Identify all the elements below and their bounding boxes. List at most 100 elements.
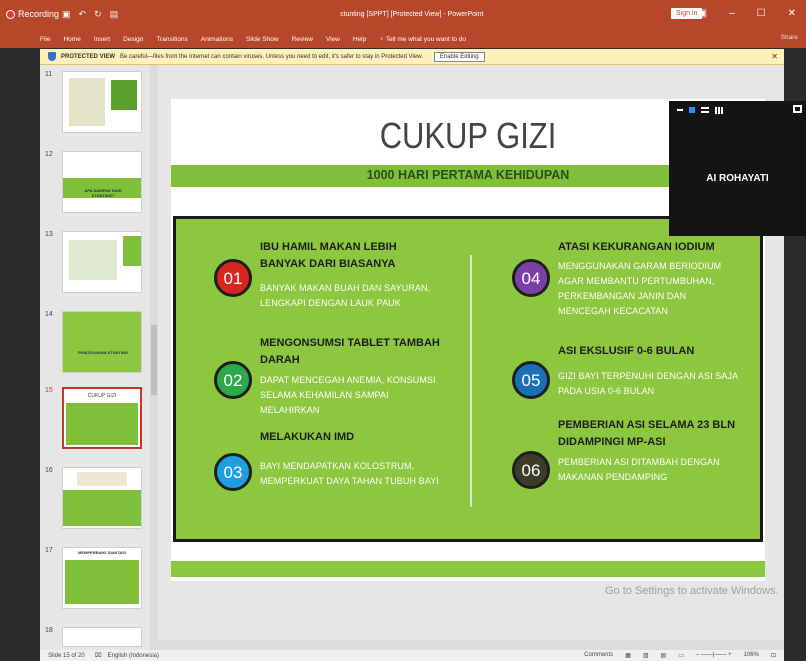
heading-line: BANYAK DARI BIASANYA: [260, 258, 396, 270]
sorter-view-icon[interactable]: ▥: [643, 652, 649, 659]
tab-view[interactable]: View: [326, 36, 340, 43]
slide-thumbnail-17[interactable]: MEMPERBAIKI SANITASI: [62, 547, 142, 609]
body-line: BAYI MENDAPATKAN KOLOSTRUM,: [260, 461, 415, 471]
item-02-body: DAPAT MENCEGAH ANEMIA, KONSUMSI SELAMA K…: [260, 373, 436, 418]
tab-slide-show[interactable]: Slide Show: [246, 36, 279, 43]
exit-fullscreen-icon[interactable]: [793, 105, 802, 113]
tab-file[interactable]: File: [40, 36, 50, 43]
thumb-graphic: [66, 403, 138, 445]
comments-button[interactable]: Comments: [584, 652, 613, 659]
thumb-graphic: [65, 560, 139, 604]
thumb-number: 18: [45, 627, 53, 634]
protected-view-message: Be careful—files from the Internet can c…: [120, 53, 423, 60]
speaker-view-icon[interactable]: [689, 107, 695, 113]
content-panel: 01 IBU HAMIL MAKAN LEBIH BANYAK DARI BIA…: [173, 216, 763, 542]
tab-review[interactable]: Review: [292, 36, 313, 43]
tab-animations[interactable]: Animations: [201, 36, 233, 43]
slide-counter: Slide 15 of 20: [48, 652, 85, 659]
thumb-text: APA DAMPAK DARI STUNTING?: [84, 188, 122, 198]
number-circle-02: 02: [214, 361, 252, 399]
column-divider: [470, 255, 472, 507]
minimize-video-icon[interactable]: [677, 109, 683, 111]
undo-icon[interactable]: ↶: [79, 9, 87, 20]
body-line: BANYAK MAKAN BUAH DAN SAYURAN,: [260, 283, 431, 293]
item-06-body: PEMBERIAN ASI DITAMBAH DENGAN MAKANAN PE…: [558, 455, 720, 485]
zoom-slider[interactable]: – ——|—— +: [696, 652, 732, 659]
lightbulb-icon: ♀: [379, 35, 386, 43]
body-line: SELAMA KEHAMILAN SAMPAI: [260, 390, 389, 400]
tell-me-search[interactable]: ♀ Tell me what you want to do: [379, 36, 466, 43]
slide-thumbnails-pane: 11 12 APA DAMPAK DARI STUNTING? 13 14 PE…: [40, 65, 158, 650]
thumb-graphic: [63, 490, 141, 526]
present-icon[interactable]: ▤: [110, 9, 119, 20]
redo-icon[interactable]: ↻: [94, 9, 102, 20]
thumb-number: 12: [45, 151, 53, 158]
body-line: PERKEMBANGAN JANIN DAN: [558, 291, 687, 301]
language-indicator[interactable]: English (Indonesia): [108, 653, 159, 659]
horizontal-scrollbar[interactable]: [158, 640, 784, 650]
zoom-level[interactable]: 106%: [744, 652, 759, 659]
tab-home[interactable]: Home: [63, 36, 80, 43]
number-circle-06: 06: [512, 451, 550, 489]
number-circle-05: 05: [512, 361, 550, 399]
item-01-body: BANYAK MAKAN BUAH DAN SAYURAN, LENGKAPI …: [260, 281, 430, 311]
scrollbar-thumb[interactable]: [151, 325, 157, 395]
protected-view-label: PROTECTED VIEW: [61, 53, 116, 60]
screen: Recording ▣ ↶ ↻ ▤ stunting [SPPT] [Prote…: [0, 0, 806, 661]
gallery-view-icon[interactable]: [715, 106, 723, 114]
slideshow-icon[interactable]: ▭: [678, 652, 684, 659]
heading-line: DARAH: [260, 354, 300, 366]
tell-me-label: Tell me what you want to do: [385, 35, 467, 43]
item-03-body: BAYI MENDAPATKAN KOLOSTRUM, MEMPERKUAT D…: [260, 459, 439, 489]
heading-line: MELAKUKAN IMD: [260, 431, 355, 443]
thumb-graphic: [77, 472, 127, 486]
slide-thumbnail-18[interactable]: [62, 627, 142, 647]
heading-line: MENGONSUMSI TABLET TAMBAH: [260, 337, 440, 349]
heading-line: ATASI KEKURANGAN IODIUM: [558, 241, 715, 253]
close-bar-icon[interactable]: ✕: [771, 52, 778, 61]
fit-slide-icon[interactable]: ⊡: [771, 652, 776, 659]
thumb-graphic: [69, 78, 105, 126]
tab-help[interactable]: Help: [353, 36, 366, 43]
strip-view-icon[interactable]: [701, 107, 709, 113]
reading-view-icon[interactable]: ▤: [661, 652, 667, 659]
body-line: MENGGUNAKAN GARAM BERIODIUM: [558, 261, 722, 271]
video-toolbar: [669, 101, 806, 119]
thumb-text: CUKUP GIZI: [87, 393, 117, 399]
heading-line: PEMBERIAN ASI SELAMA 23 BLN: [558, 419, 736, 431]
tab-insert[interactable]: Insert: [94, 36, 110, 43]
share-button[interactable]: Share: [781, 34, 798, 41]
minimize-icon[interactable]: –: [729, 8, 735, 19]
heading-line: IBU HAMIL MAKAN LEBIH: [260, 241, 397, 253]
close-icon[interactable]: ✕: [788, 8, 796, 19]
tab-design[interactable]: Design: [123, 36, 143, 43]
slide-thumbnail-11[interactable]: [62, 71, 142, 133]
item-03-heading: MELAKUKAN IMD: [260, 429, 354, 446]
normal-view-icon[interactable]: ▦: [625, 652, 631, 659]
window-controls: ▣ – ☐ ✕: [698, 8, 796, 19]
body-line: PADA USIA 0-6 BULAN: [558, 386, 655, 396]
thumb-number: 14: [45, 311, 53, 318]
body-line: MENCEGAH KECACATAN: [558, 306, 668, 316]
ribbon-tabs: File Home Insert Design Transitions Anim…: [0, 30, 806, 48]
participant-name: AI ROHAYATI: [706, 173, 769, 184]
slide-thumbnail-16[interactable]: [62, 467, 142, 529]
ribbon-display-icon[interactable]: ▣: [698, 8, 707, 19]
enable-editing-button[interactable]: Enable Editing: [433, 51, 485, 62]
item-05-heading: ASI EKSLUSIF 0-6 BULAN: [558, 343, 694, 360]
tab-transitions[interactable]: Transitions: [156, 36, 188, 43]
thumbnails-scrollbar[interactable]: [150, 65, 158, 650]
spellcheck-icon[interactable]: ⌧: [95, 652, 102, 659]
item-02-heading: MENGONSUMSI TABLET TAMBAH DARAH: [260, 335, 440, 369]
slide-thumbnail-12[interactable]: APA DAMPAK DARI STUNTING?: [62, 151, 142, 213]
slide-thumbnail-14[interactable]: PENCEGAHAN STUNTING: [62, 311, 142, 373]
slide-title: CUKUP GIZI: [379, 115, 557, 156]
save-icon[interactable]: ▣: [62, 9, 71, 20]
body-line: MAKANAN PENDAMPING: [558, 472, 668, 482]
slide-thumbnail-13[interactable]: [62, 231, 142, 293]
recording-indicator[interactable]: Recording: [6, 9, 59, 19]
heading-line: ASI EKSLUSIF 0-6 BULAN: [558, 345, 695, 357]
activate-windows-watermark: Go to Settings to activate Windows.: [605, 585, 779, 597]
maximize-icon[interactable]: ☐: [757, 8, 766, 19]
slide-thumbnail-15[interactable]: CUKUP GIZI: [62, 387, 142, 449]
